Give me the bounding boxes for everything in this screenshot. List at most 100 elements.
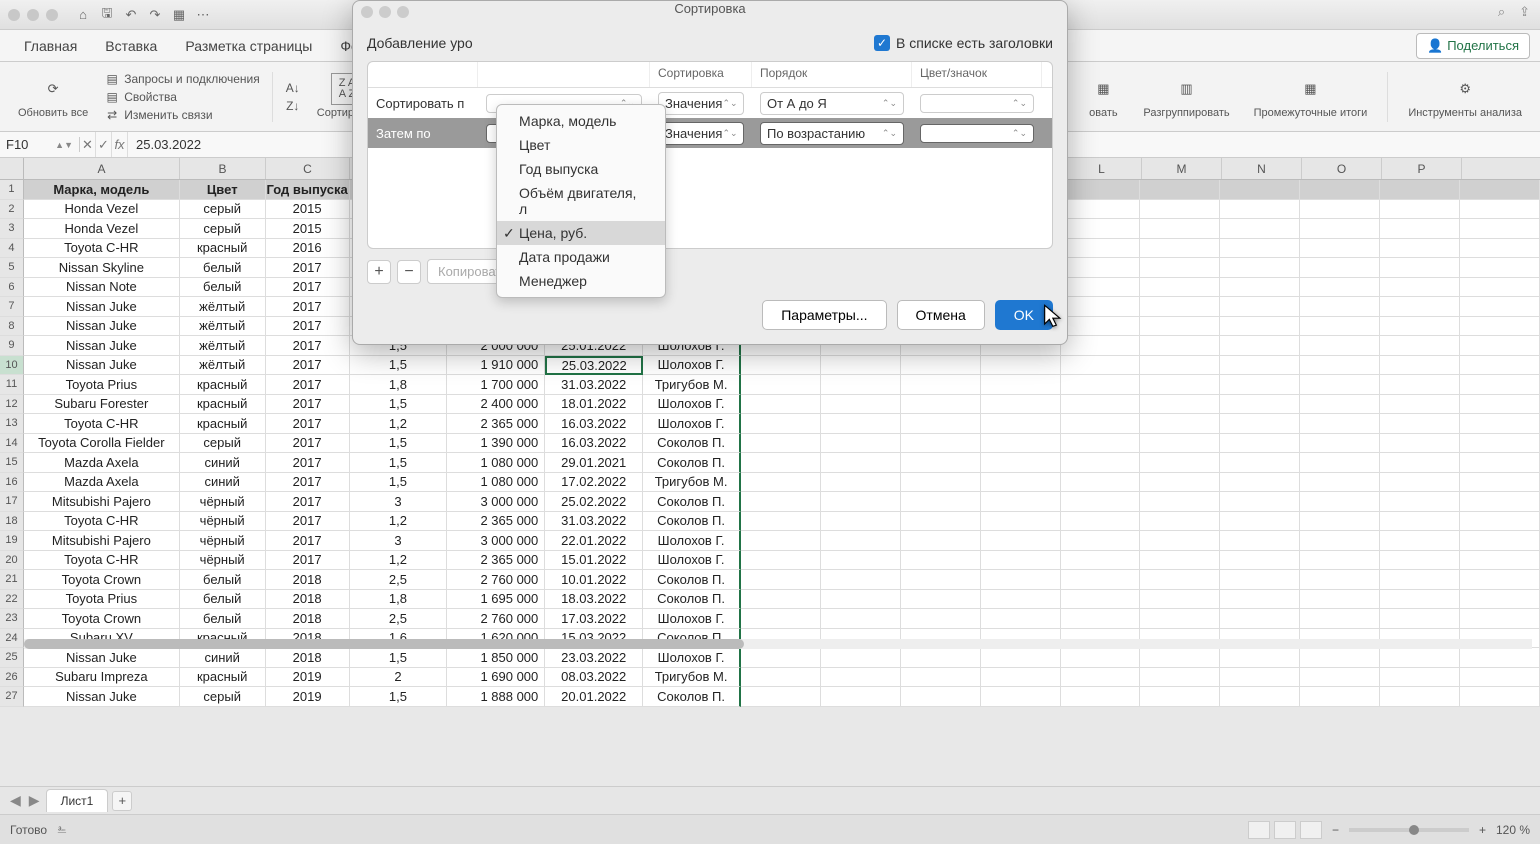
data-cell[interactable]: Mitsubishi Pajero xyxy=(24,531,180,551)
row-header[interactable]: 13 xyxy=(0,414,24,434)
data-cell[interactable]: Соколов П. xyxy=(643,434,741,454)
group-partial-button[interactable]: ▦ овать xyxy=(1079,69,1127,123)
add-level-button[interactable]: + xyxy=(367,260,391,284)
empty-cell[interactable] xyxy=(1140,668,1220,688)
add-sheet-button[interactable]: + xyxy=(112,791,132,811)
empty-cell[interactable] xyxy=(821,375,901,395)
empty-cell[interactable] xyxy=(901,570,981,590)
data-cell[interactable]: синий xyxy=(180,473,266,493)
empty-cell[interactable] xyxy=(1220,531,1300,551)
refresh-all-group[interactable]: ⟳ Обновить все xyxy=(10,69,96,123)
empty-cell[interactable] xyxy=(1380,278,1460,298)
row-header[interactable]: 8 xyxy=(0,317,24,337)
data-cell[interactable]: 2 760 000 xyxy=(447,609,545,629)
data-cell[interactable] xyxy=(741,414,821,434)
empty-cell[interactable] xyxy=(1460,531,1540,551)
empty-cell[interactable] xyxy=(1460,492,1540,512)
data-cell[interactable]: 2017 xyxy=(266,531,350,551)
row-header[interactable]: 14 xyxy=(0,434,24,454)
data-cell[interactable]: синий xyxy=(180,453,266,473)
empty-cell[interactable] xyxy=(1380,551,1460,571)
empty-cell[interactable] xyxy=(821,414,901,434)
data-cell[interactable]: Toyota C-HR xyxy=(24,551,180,571)
data-cell[interactable]: красный xyxy=(180,414,266,434)
data-cell[interactable]: белый xyxy=(180,278,266,298)
data-cell[interactable]: 2017 xyxy=(266,278,350,298)
empty-cell[interactable] xyxy=(1140,590,1220,610)
empty-cell[interactable] xyxy=(821,453,901,473)
row-header[interactable]: 20 xyxy=(0,551,24,571)
empty-cell[interactable] xyxy=(1220,668,1300,688)
empty-cell[interactable] xyxy=(1460,336,1540,356)
empty-cell[interactable] xyxy=(1300,336,1380,356)
data-cell[interactable] xyxy=(741,531,821,551)
empty-cell[interactable] xyxy=(1061,180,1141,200)
row-header[interactable]: 22 xyxy=(0,590,24,610)
header-cell[interactable]: Цвет xyxy=(180,180,266,200)
empty-cell[interactable] xyxy=(1140,219,1220,239)
dropdown-item[interactable]: Цена, руб. xyxy=(497,221,665,245)
view-pagebreak-icon[interactable] xyxy=(1300,821,1322,839)
row-header[interactable]: 16 xyxy=(0,473,24,493)
empty-cell[interactable] xyxy=(1061,434,1141,454)
data-cell[interactable]: 1,5 xyxy=(350,687,448,707)
minimize-dot[interactable] xyxy=(27,9,39,21)
data-cell[interactable]: 2 365 000 xyxy=(447,512,545,532)
data-cell[interactable]: жёлтый xyxy=(180,356,266,376)
data-cell[interactable] xyxy=(741,590,821,610)
empty-cell[interactable] xyxy=(1460,590,1540,610)
name-box[interactable]: F10▲▼ xyxy=(0,137,80,152)
more-icon[interactable]: ⋯ xyxy=(194,6,212,24)
empty-cell[interactable] xyxy=(1220,356,1300,376)
quick-icon[interactable]: ▦ xyxy=(170,6,188,24)
empty-cell[interactable] xyxy=(1140,317,1220,337)
scrollbar-thumb[interactable] xyxy=(24,639,744,649)
empty-cell[interactable] xyxy=(1460,512,1540,532)
share-top-icon[interactable]: ⇪ xyxy=(1519,4,1530,20)
empty-cell[interactable] xyxy=(1061,317,1141,337)
links-button[interactable]: ⇄Изменить связи xyxy=(104,107,260,123)
empty-cell[interactable] xyxy=(1220,317,1300,337)
data-cell[interactable]: Mitsubishi Pajero xyxy=(24,492,180,512)
data-cell[interactable]: серый xyxy=(180,434,266,454)
data-cell[interactable]: чёрный xyxy=(180,531,266,551)
sort-level-2-color-select[interactable]: ⌃⌄ xyxy=(920,124,1034,143)
data-cell[interactable]: Toyota Corolla Fielder xyxy=(24,434,180,454)
empty-cell[interactable] xyxy=(901,356,981,376)
dropdown-item[interactable]: Год выпуска xyxy=(497,157,665,181)
empty-cell[interactable] xyxy=(821,356,901,376)
dropdown-item[interactable]: Менеджер xyxy=(497,269,665,293)
empty-cell[interactable] xyxy=(1220,336,1300,356)
save-icon[interactable]: 🖫 xyxy=(98,6,116,24)
empty-cell[interactable] xyxy=(1300,609,1380,629)
empty-cell[interactable] xyxy=(901,531,981,551)
data-cell[interactable]: Шолохов Г. xyxy=(643,609,741,629)
empty-cell[interactable] xyxy=(1140,453,1220,473)
row-header[interactable]: 1 xyxy=(0,180,24,200)
col-header-L[interactable]: L xyxy=(1062,158,1142,179)
data-cell[interactable]: 2017 xyxy=(266,434,350,454)
data-cell[interactable]: 2017 xyxy=(266,375,350,395)
data-cell[interactable]: 2,5 xyxy=(350,609,448,629)
empty-cell[interactable] xyxy=(1061,356,1141,376)
empty-cell[interactable] xyxy=(1220,687,1300,707)
data-cell[interactable]: чёрный xyxy=(180,512,266,532)
data-cell[interactable]: серый xyxy=(180,200,266,220)
empty-cell[interactable] xyxy=(1220,414,1300,434)
analysis-button[interactable]: ⚙ Инструменты анализа xyxy=(1400,69,1530,123)
zoom-slider[interactable] xyxy=(1349,828,1469,832)
row-header[interactable]: 7 xyxy=(0,297,24,317)
data-cell[interactable]: белый xyxy=(180,590,266,610)
data-cell[interactable]: 31.03.2022 xyxy=(545,512,643,532)
data-cell[interactable]: 08.03.2022 xyxy=(545,668,643,688)
empty-cell[interactable] xyxy=(981,590,1061,610)
data-cell[interactable]: 2017 xyxy=(266,512,350,532)
empty-cell[interactable] xyxy=(1140,473,1220,493)
empty-cell[interactable] xyxy=(821,648,901,668)
empty-cell[interactable] xyxy=(1300,258,1380,278)
ok-button[interactable]: OK xyxy=(995,300,1053,330)
data-cell[interactable]: 1 695 000 xyxy=(447,590,545,610)
empty-cell[interactable] xyxy=(1300,297,1380,317)
header-cell[interactable]: Марка, модель xyxy=(24,180,180,200)
empty-cell[interactable] xyxy=(1460,395,1540,415)
